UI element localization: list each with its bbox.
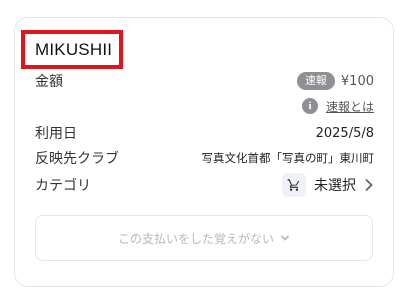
category-row[interactable]: カテゴリ 未選択 xyxy=(35,173,374,197)
category-label: カテゴリ xyxy=(35,178,91,194)
chevron-down-icon xyxy=(280,235,290,241)
preliminary-info-text[interactable]: 速報とは xyxy=(326,98,374,115)
category-value: 未選択 xyxy=(314,178,356,194)
not-me-label: この支払いをした覚えがない xyxy=(117,231,274,246)
club-label: 反映先クラブ xyxy=(35,151,119,167)
amount-value: ¥100 xyxy=(340,73,374,89)
merchant-name: MIKUSHII xyxy=(35,39,113,59)
amount-value-group: 速報 ¥100 xyxy=(296,72,374,90)
not-me-button[interactable]: この支払いをした覚えがない xyxy=(35,215,373,261)
chevron-right-icon xyxy=(365,178,373,192)
preliminary-info-row: i 速報とは xyxy=(35,96,374,116)
date-value: 2025/5/8 xyxy=(315,125,374,141)
club-row: 反映先クラブ 写真文化首都「写真の町」東川町 xyxy=(35,148,374,168)
merchant-name-highlight: MIKUSHII xyxy=(21,30,123,69)
info-icon: i xyxy=(301,98,318,114)
preliminary-info-link[interactable]: i 速報とは xyxy=(301,98,374,115)
amount-row: 金額 速報 ¥100 xyxy=(35,71,374,91)
date-row: 利用日 2025/5/8 xyxy=(35,123,374,143)
preliminary-badge: 速報 xyxy=(296,72,335,90)
category-selector[interactable]: 未選択 xyxy=(282,173,374,197)
amount-label: 金額 xyxy=(35,74,63,90)
cart-icon xyxy=(282,173,306,197)
club-value: 写真文化首都「写真の町」東川町 xyxy=(201,151,375,165)
date-label: 利用日 xyxy=(35,126,77,142)
